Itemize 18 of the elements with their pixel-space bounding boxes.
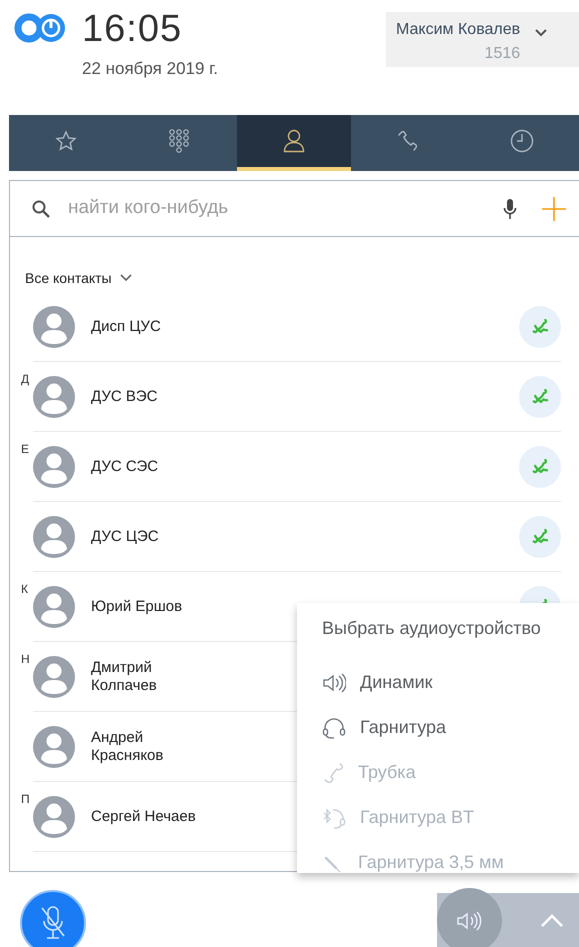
contact-name: Дмитрий Колпачев — [91, 658, 157, 694]
contact-name: ДУС ВЭС — [91, 388, 158, 406]
contact-name: Юрий Ершов — [91, 598, 182, 616]
user-name: Максим Ковалев — [396, 20, 520, 40]
contact-name: Сергей Нечаев — [91, 808, 196, 826]
date-text: 22 ноября 2019 г. — [82, 58, 218, 80]
menu-title: Выбрать аудиоустройство — [322, 617, 542, 640]
contact-name: ДУС СЭС — [91, 458, 158, 476]
clock-time: 16:05 — [82, 10, 184, 48]
section-letter: Е — [21, 441, 30, 458]
contact-name: Андрей Красняков — [91, 728, 164, 764]
section-letter: Д — [21, 371, 30, 388]
section-letter: К — [21, 581, 28, 598]
section-letter: П — [21, 791, 30, 808]
section-letter: Н — [21, 651, 30, 668]
contact-name: ДУС ЦЭС — [91, 528, 159, 546]
contact-name: Дисп ЦУС — [91, 318, 161, 336]
user-extension: 1516 — [484, 44, 520, 64]
